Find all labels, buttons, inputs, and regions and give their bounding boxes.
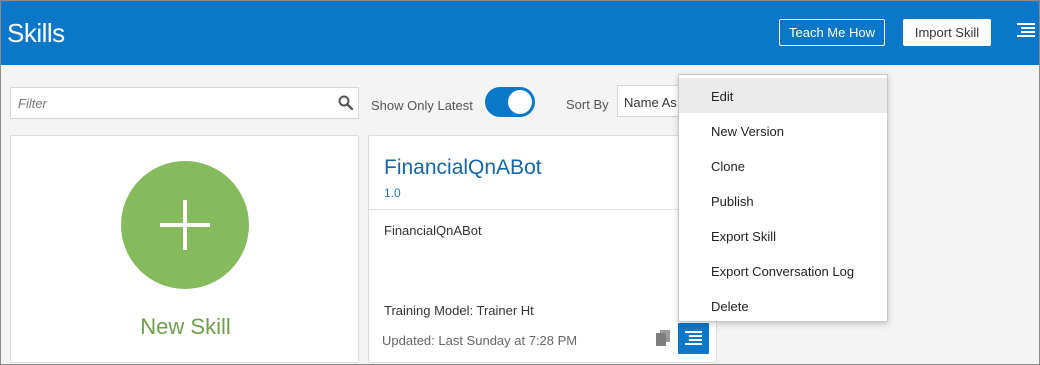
skill-context-menu: Edit New Version Clone Publish Export Sk… — [678, 74, 888, 322]
menu-item-clone[interactable]: Clone — [679, 148, 887, 183]
menu-item-publish[interactable]: Publish — [679, 183, 887, 218]
page-title: Skills — [7, 18, 65, 48]
sort-by-select[interactable]: Name As — [617, 85, 687, 117]
skill-description: FinancialQnABot — [384, 223, 482, 238]
plus-icon-vertical — [183, 200, 187, 250]
import-skill-button[interactable]: Import Skill — [903, 19, 991, 46]
skill-menu-button[interactable] — [678, 323, 709, 354]
new-skill-card[interactable]: New Skill — [10, 135, 359, 363]
hamburger-menu-icon — [685, 331, 702, 345]
app-frame: Skills Teach Me How Import Skill Show On… — [0, 0, 1040, 365]
menu-item-edit[interactable]: Edit — [679, 78, 887, 113]
skill-version: 1.0 — [384, 186, 401, 200]
search-icon[interactable] — [338, 95, 354, 111]
skill-name-link[interactable]: FinancialQnABot — [384, 156, 542, 180]
menu-item-export-skill[interactable]: Export Skill — [679, 218, 887, 253]
app-header: Skills Teach Me How Import Skill — [1, 1, 1039, 65]
filter-field — [10, 87, 359, 119]
copy-icon[interactable] — [656, 330, 670, 346]
menu-item-export-conversation-log[interactable]: Export Conversation Log — [679, 253, 887, 288]
hamburger-menu-icon[interactable] — [1017, 21, 1035, 39]
card-divider — [369, 209, 716, 210]
filter-input[interactable] — [11, 88, 331, 118]
new-skill-label[interactable]: New Skill — [11, 314, 360, 340]
show-only-latest-toggle[interactable] — [485, 87, 535, 117]
training-model: Training Model: Trainer Ht — [384, 303, 534, 318]
show-only-latest-label: Show Only Latest — [371, 98, 473, 113]
teach-me-how-button[interactable]: Teach Me How — [779, 19, 885, 46]
menu-item-delete[interactable]: Delete — [679, 288, 887, 323]
toggle-knob — [508, 90, 532, 114]
menu-item-new-version[interactable]: New Version — [679, 113, 887, 148]
add-skill-button[interactable] — [121, 161, 249, 289]
sort-by-label: Sort By — [566, 97, 609, 112]
updated-timestamp: Updated: Last Sunday at 7:28 PM — [382, 333, 578, 348]
skill-card[interactable]: FinancialQnABot 1.0 FinancialQnABot Trai… — [368, 135, 717, 363]
